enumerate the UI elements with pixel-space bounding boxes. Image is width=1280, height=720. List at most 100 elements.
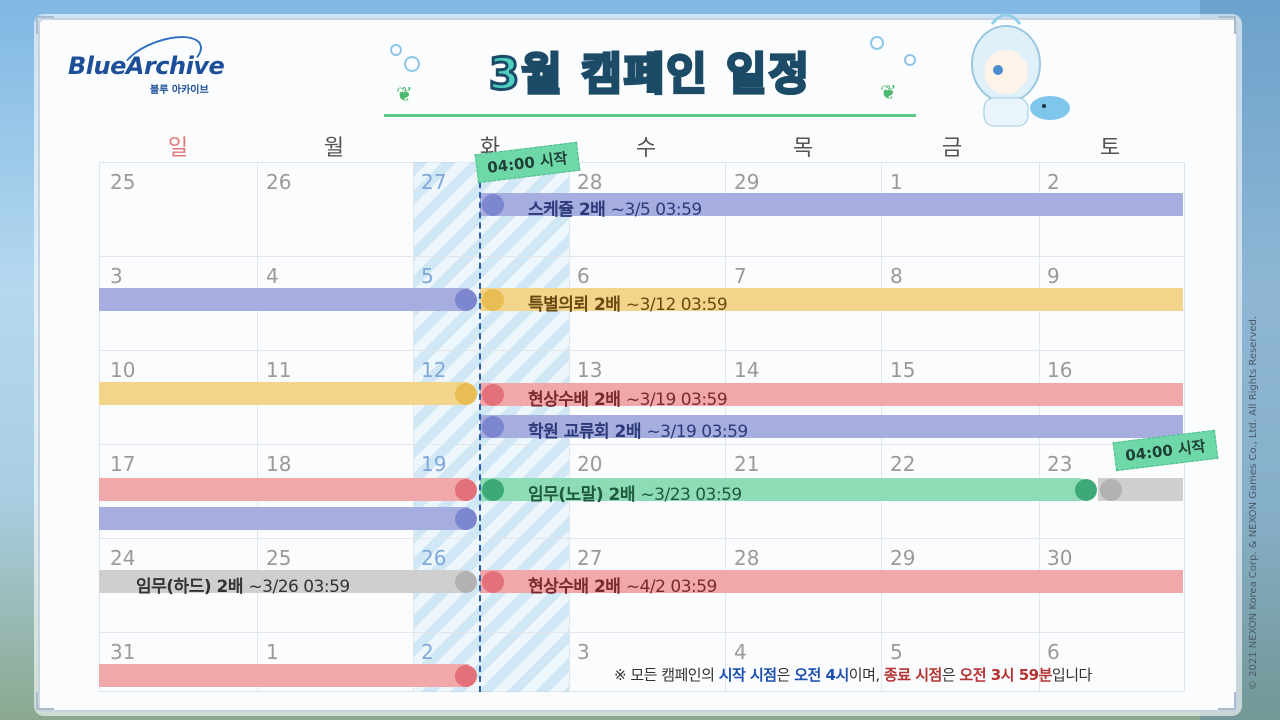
calendar-date: 16 <box>1047 358 1073 382</box>
logo-text: BlueArchive <box>68 52 225 80</box>
calendar-date: 11 <box>266 358 292 382</box>
corner-ornament <box>36 16 54 34</box>
event-end-dot <box>455 665 477 687</box>
calendar-date: 18 <box>266 452 292 476</box>
event-until: ~3/5 03:59 <box>610 200 703 220</box>
event-label-mission-hard: 임무(하드) 2배 ~3/26 03:59 <box>136 572 350 597</box>
bubble-icon <box>904 54 916 66</box>
calendar-date: 1 <box>890 170 903 194</box>
event-bar-bounty-2-cont <box>99 664 469 687</box>
calendar-date: 31 <box>110 640 136 664</box>
weekday-mon: 월 <box>323 136 345 161</box>
event-start-dot <box>482 416 504 438</box>
event-name: 임무(노말) 2배 <box>528 485 636 505</box>
calendar-date: 26 <box>421 546 447 570</box>
event-label-schedule: 스케쥴 2배 ~3/5 03:59 <box>528 195 702 220</box>
calendar-date: 3 <box>110 264 123 288</box>
grid-line <box>99 350 1184 351</box>
calendar-date: 15 <box>890 358 916 382</box>
event-start-dot <box>482 479 504 501</box>
calendar-date: 24 <box>110 546 136 570</box>
grid-line <box>413 162 414 692</box>
calendar-date: 10 <box>110 358 136 382</box>
note-highlight: 오전 4시 <box>794 666 849 684</box>
title-underline <box>384 114 916 117</box>
calendar-date: 29 <box>890 546 916 570</box>
event-bar-bounty-cont <box>99 478 469 501</box>
event-bar-special-request-cont <box>99 382 469 405</box>
grid-line <box>99 632 1184 633</box>
calendar-date: 8 <box>890 264 903 288</box>
sprout-icon: ❦ <box>880 80 897 104</box>
event-end-dot <box>455 508 477 530</box>
event-until: ~4/2 03:59 <box>625 577 718 597</box>
calendar-date: 7 <box>734 264 747 288</box>
calendar-date: 27 <box>577 546 603 570</box>
calendar-date: 9 <box>1047 264 1060 288</box>
weekday-thu: 목 <box>792 136 814 161</box>
calendar-date: 30 <box>1047 546 1073 570</box>
event-until: ~3/19 03:59 <box>625 390 728 410</box>
note-highlight: 시작 시점 <box>718 666 777 684</box>
weekday-sat: 토 <box>1099 136 1121 161</box>
grid-line <box>99 538 1184 539</box>
calendar-date: 1 <box>266 640 279 664</box>
bubble-icon <box>870 36 884 50</box>
bubble-icon <box>390 44 402 56</box>
title-area: 3월 캠페인 일정 <box>384 34 916 118</box>
note-text: 은 <box>941 666 960 684</box>
note-highlight: 오전 3시 59분 <box>959 666 1052 684</box>
calendar-date: 5 <box>890 640 903 664</box>
event-name: 학원 교류회 2배 <box>528 422 642 442</box>
page-title: 3월 캠페인 일정 <box>487 48 812 102</box>
calendar-date: 25 <box>266 546 292 570</box>
grid-line <box>257 162 258 692</box>
event-until: ~3/26 03:59 <box>248 577 350 597</box>
calendar-date: 19 <box>421 452 447 476</box>
event-end-dot <box>455 571 477 593</box>
calendar-date: 5 <box>421 264 434 288</box>
bubble-icon <box>404 56 420 72</box>
event-name: 현상수배 2배 <box>528 390 621 410</box>
calendar-date: 23 <box>1047 452 1073 476</box>
calendar-date: 17 <box>110 452 136 476</box>
calendar-date: 6 <box>577 264 590 288</box>
event-start-dot <box>482 194 504 216</box>
calendar-date: 29 <box>734 170 760 194</box>
weekday-fri: 금 <box>941 136 963 161</box>
event-name: 스케쥴 2배 <box>528 200 606 220</box>
grid-line <box>99 444 1184 445</box>
copyright-text: © 2021 NEXON Korea Corp. & NEXON Games C… <box>1248 315 1259 690</box>
start-time-dashed-line <box>479 162 481 692</box>
calendar-date: 2 <box>1047 170 1060 194</box>
event-bar-schedule-cont <box>99 288 469 311</box>
calendar-date: 21 <box>734 452 760 476</box>
footnote: ※ 모든 캠페인의 시작 시점은 오전 4시이며, 종료 시점은 오전 3시 5… <box>614 664 1092 685</box>
sprout-icon: ❦ <box>396 82 413 106</box>
calendar-date: 20 <box>577 452 603 476</box>
calendar-date: 6 <box>1047 640 1060 664</box>
mascot-character-icon <box>971 13 1070 127</box>
event-end-dot <box>455 383 477 405</box>
event-start-dot <box>1100 479 1122 501</box>
event-name: 특별의뢰 2배 <box>528 295 621 315</box>
note-text: 이며, <box>848 666 884 684</box>
event-label-bounty-2: 현상수배 2배 ~4/2 03:59 <box>528 572 717 597</box>
calendar-date: 27 <box>421 170 447 194</box>
calendar-date: 14 <box>734 358 760 382</box>
event-until: ~3/23 03:59 <box>640 485 742 505</box>
event-start-dot <box>482 571 504 593</box>
event-label-mission-normal: 임무(노말) 2배 ~3/23 03:59 <box>528 480 742 505</box>
calendar-date: 2 <box>421 640 434 664</box>
calendar-date: 12 <box>421 358 447 382</box>
calendar-date: 3 <box>577 640 590 664</box>
logo-subtext: 블루 아카이브 <box>150 85 209 96</box>
note-text: 은 <box>776 666 795 684</box>
event-start-dot <box>482 384 504 406</box>
grid-line <box>99 256 1184 257</box>
event-until: ~3/19 03:59 <box>646 422 748 442</box>
event-name: 임무(하드) 2배 <box>136 577 244 597</box>
calendar-date: 25 <box>110 170 136 194</box>
event-start-dot <box>482 289 504 311</box>
blue-archive-logo: BlueArchive 블루 아카이브 <box>68 26 228 96</box>
